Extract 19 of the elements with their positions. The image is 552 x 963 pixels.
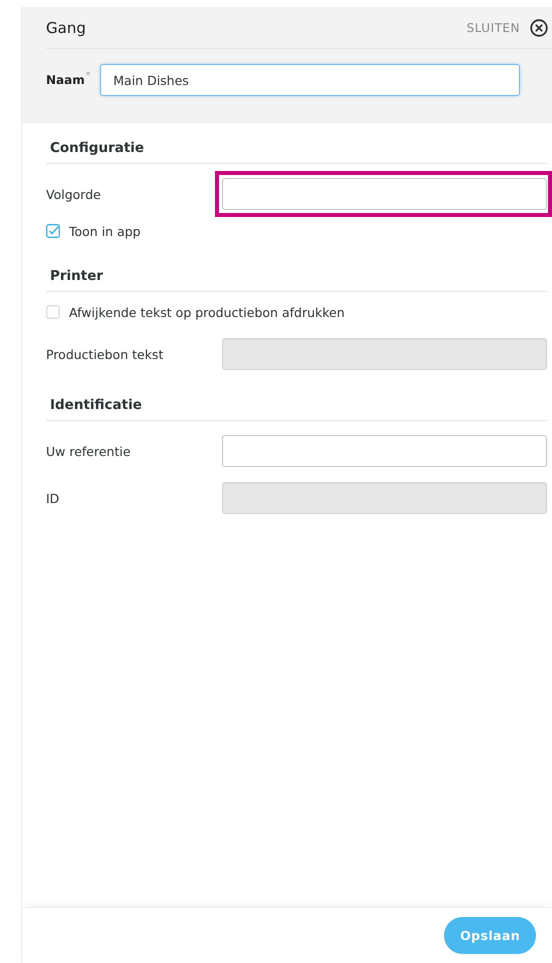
field-label: Volgorde [46,186,101,202]
input-field[interactable] [222,178,547,210]
checkbox[interactable] [46,224,60,238]
section-heading: Printer [46,261,547,292]
name-input-field[interactable]: Main Dishes [100,64,520,96]
close-button[interactable]: SLUITEN [466,18,552,36]
close-icon [530,18,548,36]
name-label: Naam [46,73,85,87]
field-label: Uw referentie [46,444,131,458]
section-heading: Identificatie [46,390,547,421]
section-heading: Configuratie [46,133,547,164]
field-label: ID [46,490,60,506]
input-field[interactable] [222,435,547,467]
panel-title: Gang [46,18,86,36]
save-button[interactable]: Opslaan [444,917,536,954]
checkbox-label: Toon in app [69,224,141,238]
field-label: Productiebon tekst [46,346,164,362]
checkbox-label: Afwijkende tekst op productiebon afdrukken [69,304,345,320]
required-mark: * [86,71,90,81]
